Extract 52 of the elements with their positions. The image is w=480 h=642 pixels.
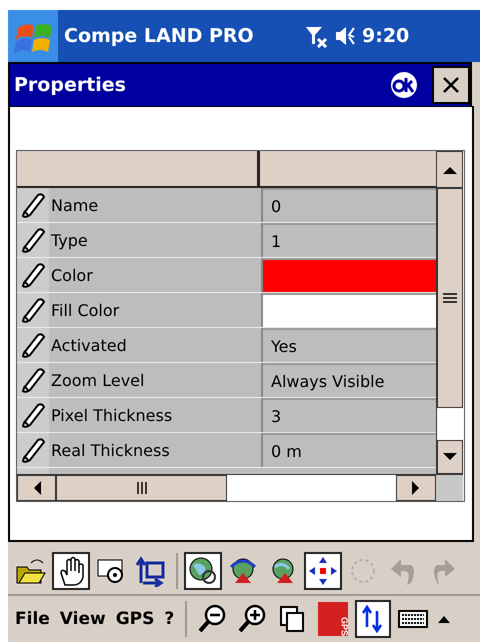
dialog-title: Properties	[14, 74, 127, 96]
property-label: Fill Color	[51, 300, 120, 320]
property-label: Real Thickness	[51, 440, 170, 460]
toolbar-button[interactable]	[355, 600, 392, 638]
scroll-up-button[interactable]	[436, 151, 463, 188]
pencil-icon	[22, 298, 45, 323]
no-signal-icon	[304, 24, 328, 48]
pencil-icon	[22, 263, 45, 288]
gps-label: GPS	[339, 616, 348, 636]
scroll-right-button[interactable]	[396, 475, 436, 501]
pencil-icon	[22, 368, 45, 393]
menu-item[interactable]: GPS	[112, 609, 158, 629]
property-label: Pixel Thickness	[51, 406, 172, 424]
scroll-thumb[interactable]	[437, 188, 463, 408]
rotate-frame-icon	[135, 555, 167, 587]
toolbar-button[interactable]	[184, 552, 222, 590]
color-swatch[interactable]	[263, 293, 436, 327]
color-swatch[interactable]	[263, 258, 436, 292]
close-button[interactable]	[432, 66, 470, 104]
pencil-icon	[22, 193, 45, 218]
menu-item[interactable]: View	[56, 609, 109, 629]
scroll-left-button[interactable]	[17, 475, 56, 501]
start-button[interactable]	[8, 10, 58, 62]
scroll-thumb[interactable]	[56, 475, 227, 501]
menu-item[interactable]: File	[12, 609, 53, 629]
ok-button[interactable]	[390, 71, 418, 99]
app-title: Compe LAND PRO	[64, 25, 255, 47]
grip-icon	[442, 292, 458, 304]
menu-item[interactable]: ?	[161, 609, 178, 629]
down-arrow-icon	[442, 452, 458, 462]
right-arrow-icon	[411, 480, 421, 496]
property-label: Color	[51, 266, 93, 284]
up-arrow-icon	[437, 614, 452, 624]
toolbar-button[interactable]	[52, 552, 90, 590]
clock[interactable]: 9:20	[362, 25, 410, 47]
property-label: Name	[51, 196, 98, 214]
pencil-icon	[22, 333, 45, 358]
property-label: Activated	[51, 336, 127, 354]
up-arrow-icon	[442, 164, 458, 174]
scroll-down-button[interactable]	[437, 440, 463, 474]
pencil-icon	[22, 403, 45, 428]
close-icon	[441, 75, 461, 95]
left-arrow-icon	[32, 480, 42, 496]
pencil-icon	[22, 228, 45, 253]
property-label: Zoom Level	[51, 370, 144, 390]
grip-icon	[136, 481, 148, 495]
pencil-icon	[22, 438, 45, 463]
center-target-icon	[307, 555, 339, 587]
property-label: Type	[51, 230, 88, 250]
globe-search-icon	[187, 555, 219, 587]
toolbar-button[interactable]	[304, 552, 342, 590]
speaker-icon	[334, 24, 356, 48]
